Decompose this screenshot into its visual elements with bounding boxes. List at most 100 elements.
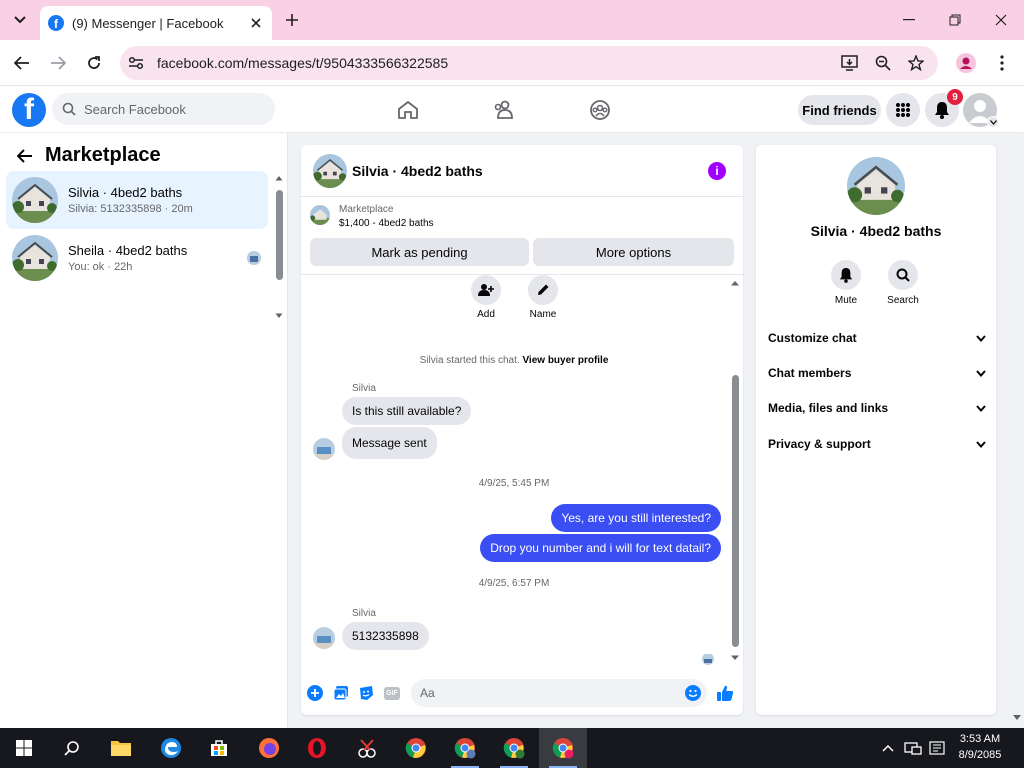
show-hidden-icons-chevron-icon[interactable] [878, 738, 898, 758]
groups-icon[interactable] [587, 97, 613, 123]
privacy-support-section[interactable]: Privacy & support [768, 432, 986, 456]
install-app-icon[interactable] [840, 53, 860, 73]
listing-price-title[interactable]: $1,400 - 4bed2 baths [339, 218, 434, 229]
name-chat-action[interactable]: Name [528, 275, 558, 320]
marketplace-listing-card: Marketplace $1,400 - 4bed2 baths Mark as… [301, 197, 743, 275]
close-window-icon[interactable] [978, 0, 1024, 40]
friends-icon[interactable] [491, 97, 517, 123]
chrome-profile-1-icon[interactable] [441, 728, 489, 768]
firefox-icon[interactable] [245, 728, 293, 768]
chevron-down-icon [976, 334, 986, 342]
scroll-up-arrow-icon[interactable] [730, 280, 740, 286]
windows-start-icon[interactable] [0, 728, 48, 768]
minimize-window-icon[interactable] [886, 0, 932, 40]
back-arrow-icon[interactable] [14, 145, 36, 167]
incoming-message[interactable]: 5132335898 [342, 622, 429, 650]
browser-menu-icon[interactable] [989, 50, 1015, 76]
network-icon[interactable] [903, 738, 923, 758]
conversation-info-panel: Silvia · 4bed2 baths Mute Search Customi… [756, 145, 996, 715]
close-tab-icon[interactable] [248, 15, 264, 31]
search-in-conversation-button[interactable]: Search [878, 260, 928, 306]
browser-tab-strip: f (9) Messenger | Facebook [0, 0, 1024, 40]
file-explorer-icon[interactable] [97, 728, 145, 768]
chrome-profile-3-icon[interactable] [539, 728, 587, 768]
conversation-list-scrollbar[interactable] [275, 175, 283, 323]
sticker-icon[interactable] [357, 684, 375, 702]
more-options-button[interactable]: More options [533, 238, 734, 266]
microsoft-store-icon[interactable] [195, 728, 243, 768]
profile-avatar-icon[interactable] [953, 50, 979, 76]
conversation-item-sheila[interactable]: Sheila · 4bed2 baths You: ok · 22h [6, 229, 268, 287]
section-label: Customize chat [768, 331, 857, 345]
facebook-search-input[interactable]: Search Facebook [52, 93, 275, 125]
reload-icon[interactable] [81, 50, 107, 76]
account-chevron-down-icon[interactable] [987, 116, 999, 128]
find-friends-button[interactable]: Find friends [798, 95, 881, 125]
seen-receipt-avatar-icon [702, 653, 714, 665]
keyboard-input-icon[interactable] [927, 738, 947, 758]
message-input[interactable]: Aa [411, 679, 707, 707]
tab-search-chevron-icon[interactable] [6, 8, 34, 32]
taskbar-search-icon[interactable] [48, 728, 96, 768]
media-files-links-section[interactable]: Media, files and links [768, 396, 986, 420]
conversation-item-silvia[interactable]: Silvia · 4bed2 baths Silvia: 5132335898 … [6, 171, 268, 229]
emoji-icon[interactable] [684, 684, 702, 702]
edge-browser-icon[interactable] [147, 728, 195, 768]
mute-button[interactable]: Mute [821, 260, 871, 306]
clock-time: 3:53 AM [959, 733, 1001, 745]
sender-avatar[interactable] [313, 438, 335, 460]
page-scroll-down-arrow-icon[interactable] [1011, 712, 1023, 724]
forward-arrow-icon[interactable] [45, 50, 71, 76]
customize-chat-section[interactable]: Customize chat [768, 326, 986, 350]
photo-gallery-icon[interactable] [332, 684, 350, 702]
scrollbar-thumb[interactable] [276, 190, 283, 280]
browser-tab[interactable]: f (9) Messenger | Facebook [40, 6, 272, 40]
chrome-icon[interactable] [392, 728, 440, 768]
menu-grid-icon[interactable] [886, 93, 920, 127]
conversation-info-icon[interactable]: i [708, 162, 726, 180]
scroll-down-arrow-icon[interactable] [730, 655, 740, 661]
sender-avatar[interactable] [313, 627, 335, 649]
conversation-name: Sheila · 4bed2 baths [68, 243, 188, 258]
home-icon[interactable] [395, 97, 421, 123]
system-clock[interactable]: 3:53 AM 8/9/2085 [948, 731, 1012, 763]
snipping-tool-icon[interactable] [343, 728, 391, 768]
chrome-profile-2-icon[interactable] [490, 728, 538, 768]
facebook-logo-icon[interactable]: f [12, 93, 46, 127]
address-bar[interactable]: facebook.com/messages/t/9504333566322585 [120, 46, 938, 80]
gif-icon[interactable]: GIF [383, 684, 401, 702]
chat-members-section[interactable]: Chat members [768, 361, 986, 385]
scrollbar-thumb[interactable] [732, 375, 739, 647]
back-arrow-icon[interactable] [9, 50, 35, 76]
scroll-down-arrow-icon[interactable] [275, 313, 283, 319]
view-buyer-profile-link[interactable]: View buyer profile [522, 355, 608, 366]
timestamp: 4/9/25, 6:57 PM [478, 578, 550, 589]
like-thumbs-up-icon[interactable] [716, 684, 734, 702]
opera-icon[interactable] [293, 728, 341, 768]
mark-as-pending-button[interactable]: Mark as pending [310, 238, 529, 266]
search-icon [888, 260, 918, 290]
site-info-icon[interactable] [126, 53, 146, 73]
new-tab-plus-icon[interactable] [282, 10, 302, 30]
chat-started-text: Silvia started this chat. [419, 355, 520, 366]
sender-name: Silvia [352, 608, 376, 619]
chat-title[interactable]: Silvia · 4bed2 baths [352, 163, 483, 179]
chat-avatar[interactable] [313, 154, 347, 188]
gif-label: GIF [384, 686, 400, 700]
message-thread-scrollbar[interactable] [729, 280, 741, 665]
incoming-message[interactable]: Message sent [342, 427, 437, 459]
add-member-action[interactable]: Add [471, 275, 501, 320]
bookmark-star-icon[interactable] [906, 53, 926, 73]
restore-window-icon[interactable] [932, 0, 978, 40]
facebook-favicon-icon: f [48, 15, 64, 31]
zoom-icon[interactable] [873, 53, 893, 73]
section-label: Privacy & support [768, 437, 871, 451]
url-text: facebook.com/messages/t/9504333566322585 [157, 55, 449, 71]
outgoing-message[interactable]: Drop you number and i will for text data… [480, 534, 721, 562]
more-actions-plus-icon[interactable] [306, 684, 324, 702]
facebook-header: f Search Facebook Find friends 9 [0, 87, 1024, 132]
outgoing-message[interactable]: Yes, are you still interested? [551, 504, 721, 532]
incoming-message[interactable]: Is this still available? [342, 397, 472, 425]
contact-avatar[interactable] [847, 157, 905, 215]
scroll-up-arrow-icon[interactable] [275, 175, 283, 181]
